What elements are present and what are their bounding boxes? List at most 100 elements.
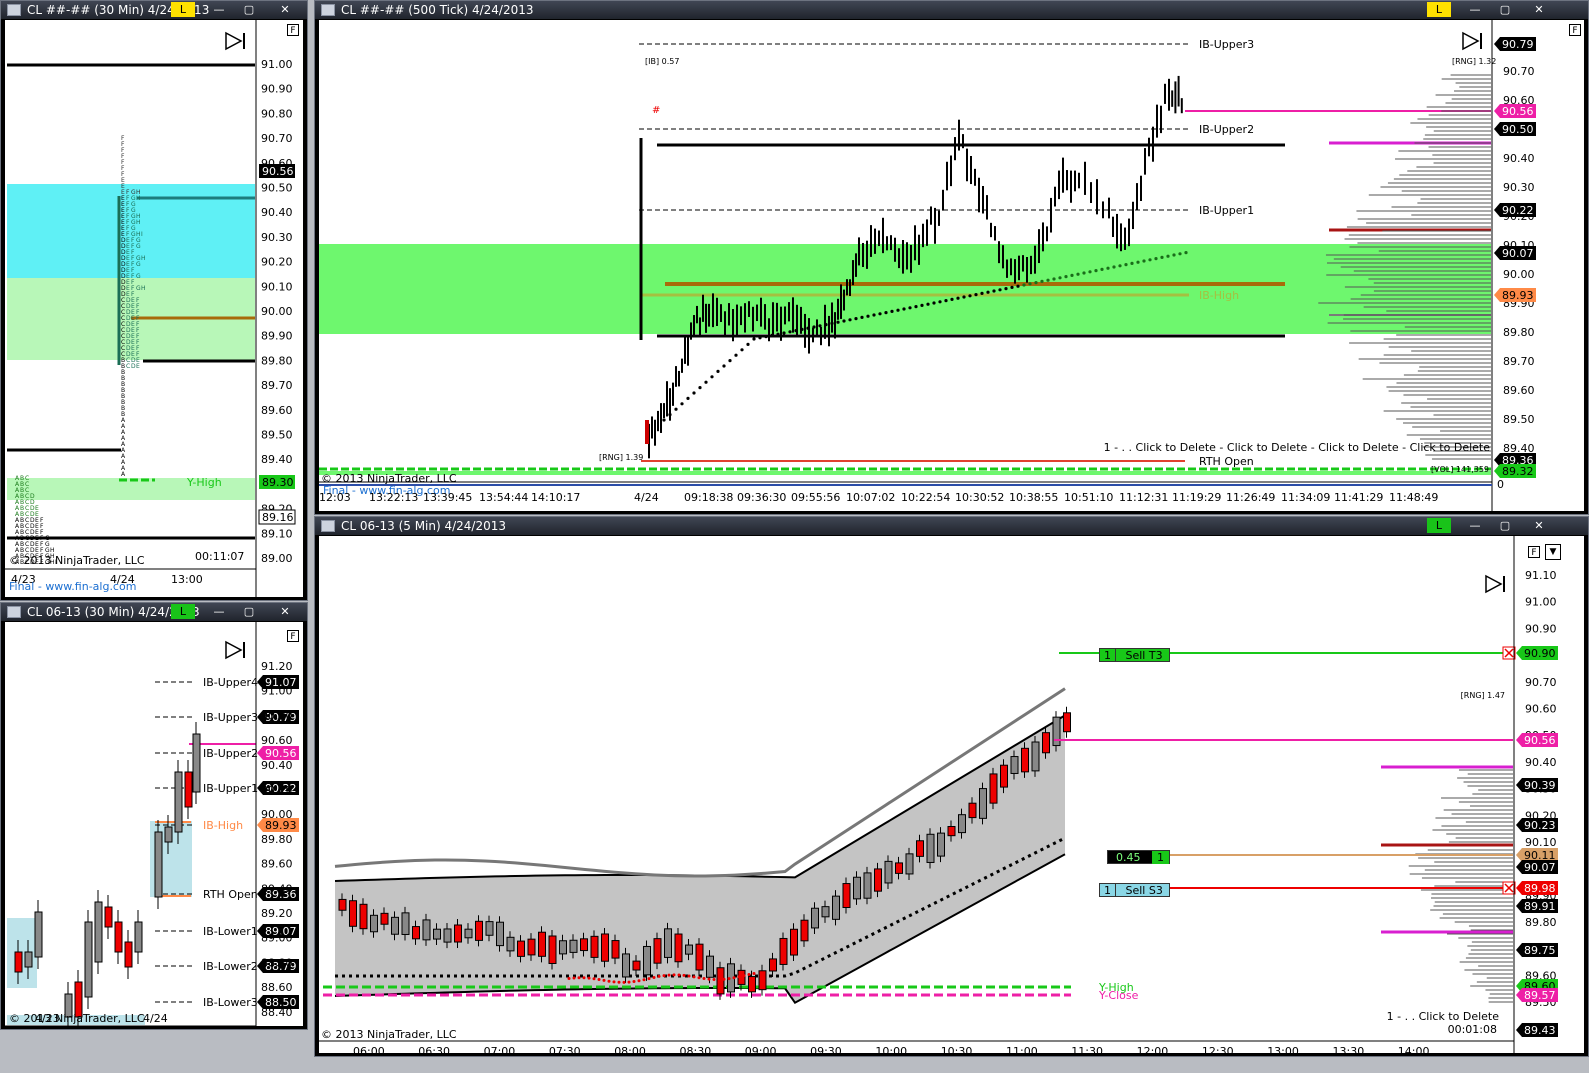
candle-body <box>1021 747 1029 773</box>
dropdown-icon[interactable]: ▼ <box>1545 544 1561 560</box>
tick-titlebar[interactable]: CL ##-## (500 Tick) 4/24/2013 L — ▢ ✕ <box>315 1 1588 19</box>
price-label: 90.00 <box>261 808 293 821</box>
link-button[interactable]: L <box>171 2 195 17</box>
minimize-icon[interactable]: — <box>205 2 233 17</box>
play-icon[interactable] <box>1485 574 1503 594</box>
trail-dot <box>682 973 686 977</box>
tpo-titlebar[interactable]: CL ##-## (30 Min) 4/24/2013 L — ▢ ✕ <box>1 1 307 19</box>
close-icon[interactable]: ✕ <box>1525 518 1553 533</box>
candle-body <box>653 938 662 964</box>
click-to-delete-text[interactable]: 1 - . . Click to Delete <box>1387 1010 1500 1023</box>
candle-body <box>947 826 956 837</box>
candle-body <box>506 936 515 952</box>
price-label: 89.40 <box>261 453 293 466</box>
price-label: 89.50 <box>1503 413 1535 426</box>
time-label: 4/24 <box>634 491 659 504</box>
play-icon[interactable] <box>225 640 243 660</box>
fivemin-copyright: © 2013 NinjaTrader, LLC <box>321 1028 457 1041</box>
candle-body <box>1052 716 1061 747</box>
time-label: 12:30 <box>1202 1045 1234 1053</box>
vwap-dot <box>740 348 744 352</box>
candle-body <box>779 937 788 965</box>
fivemin-titlebar[interactable]: CL 06-13 (5 Min) 4/24/2013 L — ▢ ✕ <box>315 517 1588 535</box>
tick-chart[interactable]: IB-Upper3 IB-Upper2 IB-Upper1 IB-High RT… <box>319 20 1584 511</box>
price-label: 90.40 <box>261 206 293 219</box>
format-button[interactable]: F <box>1569 24 1581 36</box>
time-label: 13:00 <box>1267 1045 1299 1053</box>
vwap-dot <box>1160 255 1164 259</box>
candle-body <box>937 832 945 857</box>
level-label: IB-Upper4 <box>203 676 258 689</box>
price-label: 90.20 <box>261 256 293 269</box>
close-icon[interactable]: ✕ <box>271 2 299 17</box>
maximize-icon[interactable]: ▢ <box>1491 518 1519 533</box>
trail-dot <box>597 978 601 982</box>
link-button[interactable]: L <box>171 604 195 619</box>
link-button[interactable]: L <box>1427 518 1451 533</box>
daily-chart[interactable]: IB-Upper4 91.07 IB-Upper3 90.79 IB-Upper2 90.… <box>5 622 303 1026</box>
tpo-letter: H <box>136 219 141 226</box>
tpo-copyright: © 2013 NinjaTrader, LLC <box>9 554 145 567</box>
tpo-letter: I <box>141 231 143 238</box>
vwap-dot <box>902 307 906 311</box>
vwap-dot <box>944 299 948 303</box>
vwap-dot <box>956 296 960 300</box>
price-label: 90.30 <box>261 231 293 244</box>
price-label: 89.80 <box>261 833 293 846</box>
minimize-icon[interactable]: — <box>205 604 233 619</box>
time-label: 12:00 <box>1137 1045 1169 1053</box>
trail-dot <box>572 976 576 980</box>
tpo-letter: H <box>136 195 141 202</box>
vwap-dot <box>1070 273 1074 277</box>
format-button[interactable]: F <box>287 24 299 36</box>
format-button[interactable]: F <box>287 630 299 642</box>
minimize-icon[interactable]: — <box>1461 518 1489 533</box>
price-label: 90.00 <box>261 305 293 318</box>
time-label: 09:55:56 <box>791 491 840 504</box>
trail-dot <box>672 973 676 977</box>
price-label: 90.90 <box>261 83 293 96</box>
vwap-dot <box>776 332 780 336</box>
price-label: 90.50 <box>261 182 293 195</box>
candle-body <box>517 940 525 957</box>
close-icon[interactable]: ✕ <box>271 604 299 619</box>
tpo-chart[interactable]: Y-High FFFFFFFEEEFGHEFGHEFGEFGEFGHEFGHEF… <box>5 20 303 597</box>
close-icon[interactable]: ✕ <box>1525 2 1553 17</box>
time-label: 11:00 <box>1006 1045 1038 1053</box>
time-label: 10:07:02 <box>846 491 895 504</box>
maximize-icon[interactable]: ▢ <box>235 604 263 619</box>
vwap-dot <box>1040 279 1044 283</box>
vwap-dot <box>1004 287 1008 291</box>
candle-body <box>174 771 183 833</box>
fivemin-chart[interactable]: Y-High Y-Close [RNG] 1.47 1 - . . Click … <box>319 536 1584 1053</box>
position-marker[interactable]: 0.45 1 <box>1107 850 1170 864</box>
trail-dot <box>717 977 721 981</box>
level-label: IB-Upper2 <box>203 747 258 760</box>
ib-upper3-label: IB-Upper3 <box>1199 38 1254 51</box>
maximize-icon[interactable]: ▢ <box>235 2 263 17</box>
price-label: 89.00 <box>261 932 293 945</box>
tpo-letter: H <box>141 285 146 292</box>
minimize-icon[interactable]: — <box>1461 2 1489 17</box>
candle-body <box>391 916 399 935</box>
price-tag-label: 90.23 <box>1524 819 1556 832</box>
daily-titlebar[interactable]: CL 06-13 (30 Min) 4/24/2013 L — ▢ ✕ <box>1 603 307 621</box>
sell-t3-order[interactable]: 1 Sell T3 <box>1099 648 1170 662</box>
fivemin-time-axis: 06:00 06:30 07:00 07:30 08:00 08:30 09:00 09:30… <box>353 1045 1430 1053</box>
play-icon[interactable] <box>1462 31 1480 51</box>
tpo-brand[interactable]: Final - www.fin-alg.com <box>9 580 136 593</box>
candle-body <box>496 921 504 947</box>
price-label: 89.60 <box>261 858 293 871</box>
link-button[interactable]: L <box>1427 2 1451 17</box>
time-label: 10:38:55 <box>1009 491 1058 504</box>
vwap-dot <box>728 359 732 363</box>
sell-s3-order[interactable]: 1 Sell S3 <box>1099 883 1170 897</box>
trail-dot <box>662 974 666 978</box>
maximize-icon[interactable]: ▢ <box>1491 2 1519 17</box>
click-to-delete-text[interactable]: 1 - . . Click to Delete - Click to Delet… <box>1104 441 1491 454</box>
candle-body <box>580 938 588 952</box>
play-icon[interactable] <box>225 31 243 51</box>
vwap-dot <box>992 289 996 293</box>
format-button[interactable]: F <box>1528 546 1540 558</box>
vwap-dot <box>980 291 984 295</box>
